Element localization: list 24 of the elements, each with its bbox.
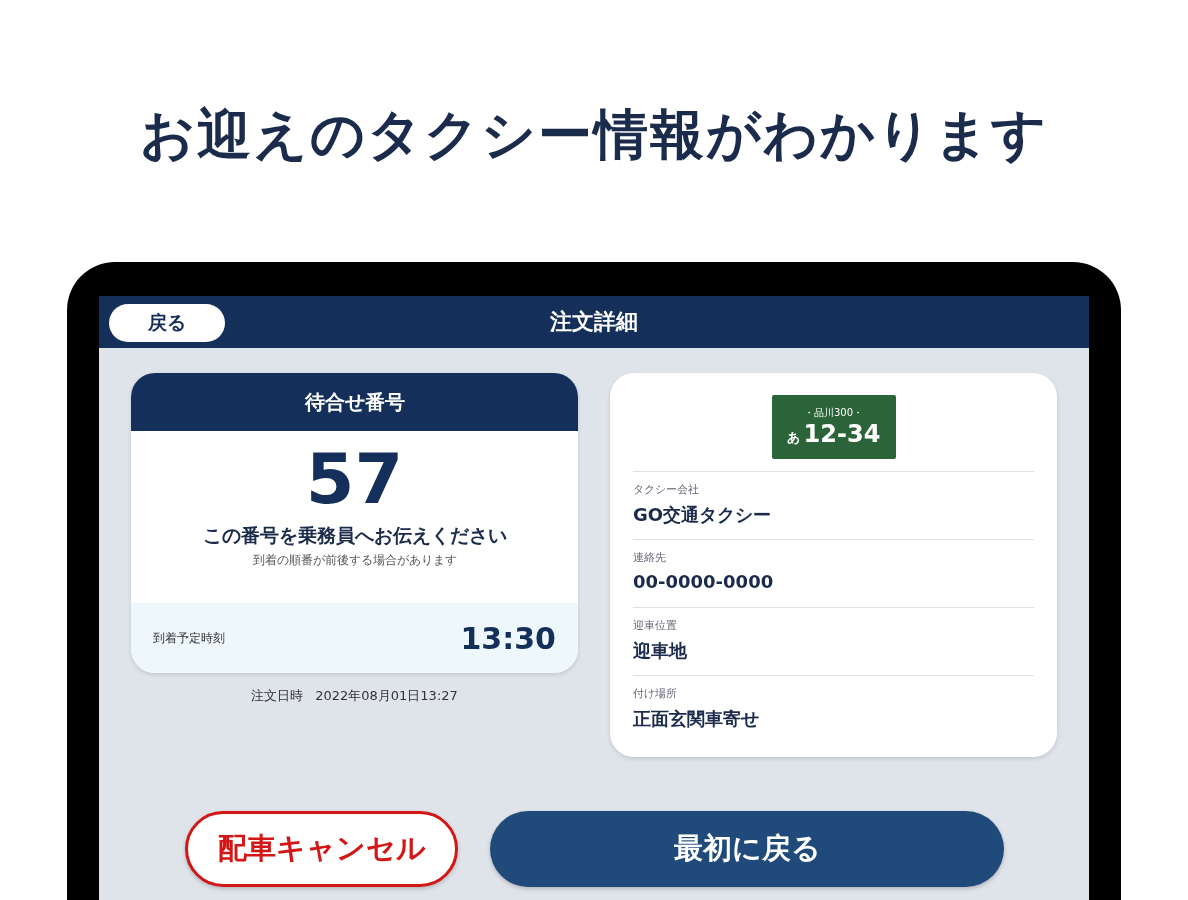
detail-value: 00-0000-0000: [633, 571, 775, 592]
detail-label: タクシー会社: [633, 482, 700, 497]
card-title: 待合せ番号: [304, 388, 405, 416]
cancel-button[interactable]: 配車キャンセル: [185, 811, 458, 887]
plate-kana: あ: [786, 429, 800, 447]
arrival-time: 13:30: [460, 620, 556, 656]
headline: お迎えのタクシー情報がわかります: [140, 102, 1048, 168]
detail-label: 付け場所: [633, 686, 678, 701]
detail-label: 迎車位置: [633, 618, 678, 633]
arrival-label: 到着予定時刻: [153, 629, 225, 647]
detail-value: 迎車地: [633, 639, 688, 663]
detail-value: GO交通タクシー: [633, 503, 773, 527]
plate-number: 12-34: [803, 420, 881, 448]
instruction-text: この番号を乗務員へお伝えください: [202, 523, 507, 548]
order-date-value: 2022年08月01日13:27: [315, 687, 458, 705]
detail-value: 正面玄関車寄せ: [633, 707, 760, 731]
note-text: 到着の順番が前後する場合があります: [252, 552, 457, 569]
return-button[interactable]: 最初に戻る: [490, 811, 1004, 887]
waiting-number: 57: [305, 437, 404, 521]
back-button[interactable]: 戻る: [109, 304, 225, 342]
screen-title: 注文詳細: [550, 308, 638, 336]
plate-region: ・品川300・: [803, 406, 864, 420]
detail-label: 連絡先: [633, 550, 667, 565]
order-date-label: 注文日時: [251, 687, 304, 705]
